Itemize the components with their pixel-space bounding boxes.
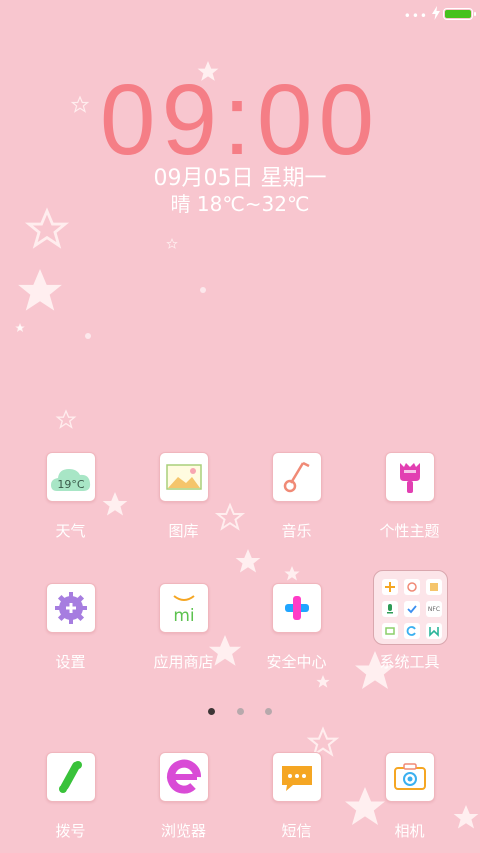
security-icon xyxy=(272,583,322,633)
app-label-gallery: 图库 xyxy=(168,522,199,540)
weather-icon: 19°C xyxy=(46,452,96,502)
theme-icon xyxy=(385,452,435,502)
battery-level-fill xyxy=(445,10,471,18)
dock-app-phone[interactable]: 拨号 xyxy=(14,752,127,853)
folder-system-tools[interactable]: NFC 系统工具 xyxy=(353,570,466,693)
dock-app-sms[interactable]: 短信 xyxy=(240,752,353,853)
app-store-icon: mi xyxy=(159,583,209,633)
folder-mini-transfer-icon xyxy=(426,623,442,639)
app-security[interactable]: 安全中心 xyxy=(240,583,353,693)
charging-icon xyxy=(432,6,440,20)
app-label-camera: 相机 xyxy=(394,822,425,840)
app-label-security: 安全中心 xyxy=(266,653,327,671)
clock-weather[interactable]: 晴 18℃~32℃ xyxy=(0,188,480,217)
page-dot-1[interactable] xyxy=(208,708,216,715)
folder-mini-check-icon xyxy=(404,601,420,617)
status-bar: ••• xyxy=(0,0,480,28)
folder-mini-clock-icon xyxy=(404,579,420,595)
page-dot-2[interactable] xyxy=(236,708,244,715)
app-label-sms: 短信 xyxy=(281,822,312,840)
dock-app-camera[interactable]: 相机 xyxy=(353,752,466,853)
page-indicator xyxy=(0,700,480,719)
folder-mini-nfc-icon: NFC xyxy=(426,601,442,617)
app-label-system-tools: 系统工具 xyxy=(379,653,440,671)
app-store[interactable]: mi 应用商店 xyxy=(127,583,240,693)
folder-mini-notes-icon xyxy=(426,579,442,595)
folder-mini-backup-icon xyxy=(404,623,420,639)
app-label-weather: 天气 xyxy=(55,522,86,540)
camera-icon xyxy=(385,752,435,802)
folder-mini-recorder-icon xyxy=(382,601,398,617)
app-label-music: 音乐 xyxy=(281,522,312,540)
phone-icon xyxy=(46,752,96,802)
settings-icon xyxy=(46,583,96,633)
music-icon xyxy=(272,452,322,502)
app-label-browser: 浏览器 xyxy=(160,822,206,840)
app-themes[interactable]: 个性主题 xyxy=(353,452,466,562)
browser-icon xyxy=(159,752,209,802)
app-label-app-store: 应用商店 xyxy=(153,653,214,671)
app-music[interactable]: 音乐 xyxy=(240,452,353,562)
app-settings[interactable]: 设置 xyxy=(14,583,127,693)
more-notifications-icon: ••• xyxy=(403,9,428,23)
page-dot-3[interactable] xyxy=(264,708,272,715)
weather-icon-temperature: 19°C xyxy=(57,478,84,491)
dock-app-browser[interactable]: 浏览器 xyxy=(127,752,240,853)
app-label-phone: 拨号 xyxy=(55,822,86,840)
app-gallery[interactable]: 图库 xyxy=(127,452,240,562)
folder-mini-compass-icon xyxy=(382,579,398,595)
clock-time[interactable]: 09:00 xyxy=(0,70,480,170)
battery-icon xyxy=(443,8,476,20)
folder-icon: NFC xyxy=(373,570,448,645)
app-label-themes: 个性主题 xyxy=(379,522,440,540)
gallery-icon xyxy=(159,452,209,502)
sms-icon xyxy=(272,752,322,802)
folder-mini-scanner-icon xyxy=(382,623,398,639)
app-label-settings: 设置 xyxy=(55,653,86,671)
app-weather[interactable]: 19°C 天气 xyxy=(14,452,127,562)
app-store-icon-text: mi xyxy=(173,606,194,626)
